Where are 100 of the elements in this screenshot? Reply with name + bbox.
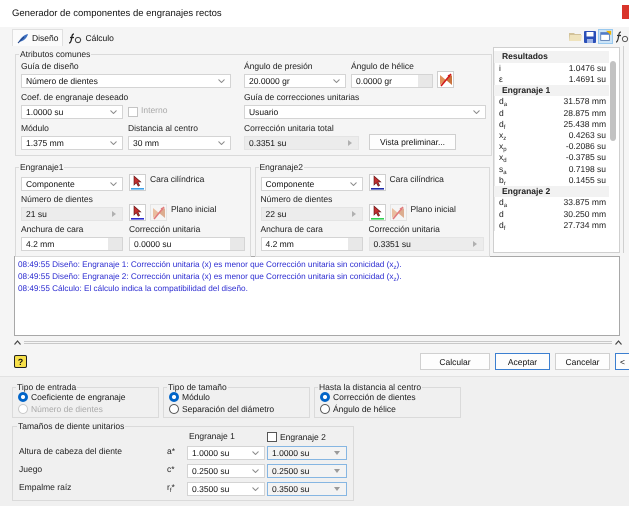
symbol-label: c* xyxy=(167,464,176,475)
dialog-button[interactable]: < xyxy=(615,353,629,370)
group-title: Tipo de entrada xyxy=(16,382,78,392)
dropdown[interactable]: 30 mm xyxy=(128,136,231,150)
value-field[interactable]: 0.3351 su xyxy=(368,237,484,251)
group-title: Engranaje2 xyxy=(258,162,304,172)
radio-button[interactable] xyxy=(320,404,330,414)
input-field[interactable]: 4.2 mm xyxy=(260,237,362,251)
radio-label: Separación del diámetro xyxy=(182,404,274,414)
dropdown[interactable]: 1.0000 su xyxy=(187,446,265,460)
field-label: Distancia al centro xyxy=(128,123,198,134)
dropdown[interactable]: 0.3500 su xyxy=(187,482,265,496)
chevron-down-icon xyxy=(252,487,259,491)
result-value: 28.875 mm xyxy=(564,108,606,119)
radio-button[interactable] xyxy=(18,392,28,402)
function-icon[interactable] xyxy=(615,30,629,42)
dropdown[interactable]: 0.2500 su xyxy=(187,464,265,478)
chevron-up-icon[interactable] xyxy=(615,340,622,345)
dropdown[interactable]: 20.0000 gr xyxy=(244,74,346,88)
help-button[interactable]: ? xyxy=(14,355,27,368)
row-label: Empalme raíz xyxy=(19,482,72,493)
select-button[interactable] xyxy=(368,204,386,221)
select-button[interactable] xyxy=(129,204,146,221)
dropdown[interactable]: Número de dientes xyxy=(21,74,231,88)
chevron-down-icon xyxy=(252,451,259,455)
chevron-down-icon xyxy=(218,141,225,145)
select-button[interactable] xyxy=(368,174,386,191)
chevron-down-icon xyxy=(110,110,117,114)
field-label: Número de dientes xyxy=(260,194,332,205)
option-label: Cara cilíndrica xyxy=(390,174,444,185)
panel-title: Resultados xyxy=(494,51,610,62)
dialog-button[interactable]: Aceptar xyxy=(495,353,550,370)
section-header: Engranaje 1 xyxy=(494,84,610,96)
dialog-button[interactable]: Cancelar xyxy=(555,353,610,370)
field-label: Anchura de cara xyxy=(260,224,323,235)
feather-icon xyxy=(17,32,29,44)
field-label: Coef. de engranaje deseado xyxy=(21,92,128,103)
result-value: -0.2086 su xyxy=(566,141,606,152)
radio-label: Ángulo de hélice xyxy=(333,404,396,414)
input-field[interactable]: 0.0000 su xyxy=(129,237,244,251)
checkbox-label: Interno xyxy=(141,105,168,116)
value-field[interactable]: 22 su xyxy=(260,207,362,221)
value-field[interactable]: 21 su xyxy=(21,207,123,221)
bowtie-icon xyxy=(391,206,405,220)
triangle-right-icon xyxy=(352,211,356,217)
result-value: 0.7198 su xyxy=(568,164,606,175)
triangle-right-icon xyxy=(112,211,116,217)
result-symbol: b$_{r}$ xyxy=(499,174,506,186)
pointer-icon xyxy=(370,205,384,220)
dropdown[interactable]: 1.0000 su xyxy=(267,446,347,460)
preview-button[interactable]: Vista preliminar... xyxy=(369,134,456,150)
dropdown[interactable]: 1.375 mm xyxy=(21,136,123,150)
result-value: -0.3785 su xyxy=(566,152,606,164)
triangle-right-icon xyxy=(473,241,477,247)
result-symbol: d$_{f}$ xyxy=(499,220,506,231)
save-icon[interactable] xyxy=(584,30,596,42)
dropdown[interactable]: 0.3500 su xyxy=(267,482,347,496)
group-title: Atributos comunes xyxy=(19,49,92,59)
radio-button[interactable] xyxy=(320,392,330,402)
group-title: Engranaje1 xyxy=(19,162,64,172)
dropdown[interactable]: Usuario xyxy=(244,105,486,119)
scrollbar-thumb[interactable] xyxy=(610,61,616,141)
tab[interactable]: Cálculo xyxy=(63,29,119,46)
input-field[interactable]: 0.0000 gr xyxy=(351,74,433,88)
checkbox[interactable] xyxy=(267,432,277,442)
value-field[interactable]: 0.3351 su xyxy=(244,136,359,150)
radio-label: Coeficiente de engranaje xyxy=(31,392,126,402)
radio-button[interactable] xyxy=(169,404,179,414)
triangle-down-icon xyxy=(334,487,340,491)
checkbox-label: Engranaje 2 xyxy=(280,432,326,442)
result-symbol: x$_{z}$ xyxy=(499,130,506,142)
radio-button[interactable] xyxy=(169,392,179,402)
dropdown[interactable]: 1.0000 su xyxy=(21,105,123,119)
pointer-icon xyxy=(370,175,384,190)
dropdown[interactable]: 0.2500 su xyxy=(267,464,347,478)
dialog-button[interactable]: Calcular xyxy=(420,353,490,370)
chevron-up-icon[interactable] xyxy=(14,340,21,345)
dropdown[interactable]: Componente xyxy=(260,177,362,191)
result-value: 27.734 mm xyxy=(564,220,606,231)
result-value: 0.1455 su xyxy=(568,174,606,186)
input-field[interactable]: 4.2 mm xyxy=(21,237,123,251)
dropdown[interactable]: Componente xyxy=(21,177,123,191)
flip-button[interactable] xyxy=(437,71,454,88)
chevron-down-icon xyxy=(350,182,356,186)
field-label: Corrección unitaria xyxy=(129,224,200,235)
symbol-label: r$_{f}$* xyxy=(167,482,176,493)
option-label: Plano inicial xyxy=(171,204,216,215)
radio-label: Corrección de dientes xyxy=(333,392,416,402)
radio-label: Módulo xyxy=(182,392,210,402)
tab[interactable]: Diseño xyxy=(12,29,64,46)
select-button[interactable] xyxy=(129,174,146,191)
bowtie-icon xyxy=(438,72,452,86)
window-icon[interactable] xyxy=(598,29,613,44)
result-value: 1.4691 su xyxy=(568,74,606,85)
field-label: Corrección unitaria xyxy=(368,224,440,235)
pointer-icon xyxy=(131,175,144,190)
result-symbol: d xyxy=(499,108,504,119)
column-header: Engranaje 1 xyxy=(188,431,236,442)
result-symbol: d xyxy=(499,208,504,220)
result-symbol: x$_{d}$ xyxy=(499,152,507,164)
